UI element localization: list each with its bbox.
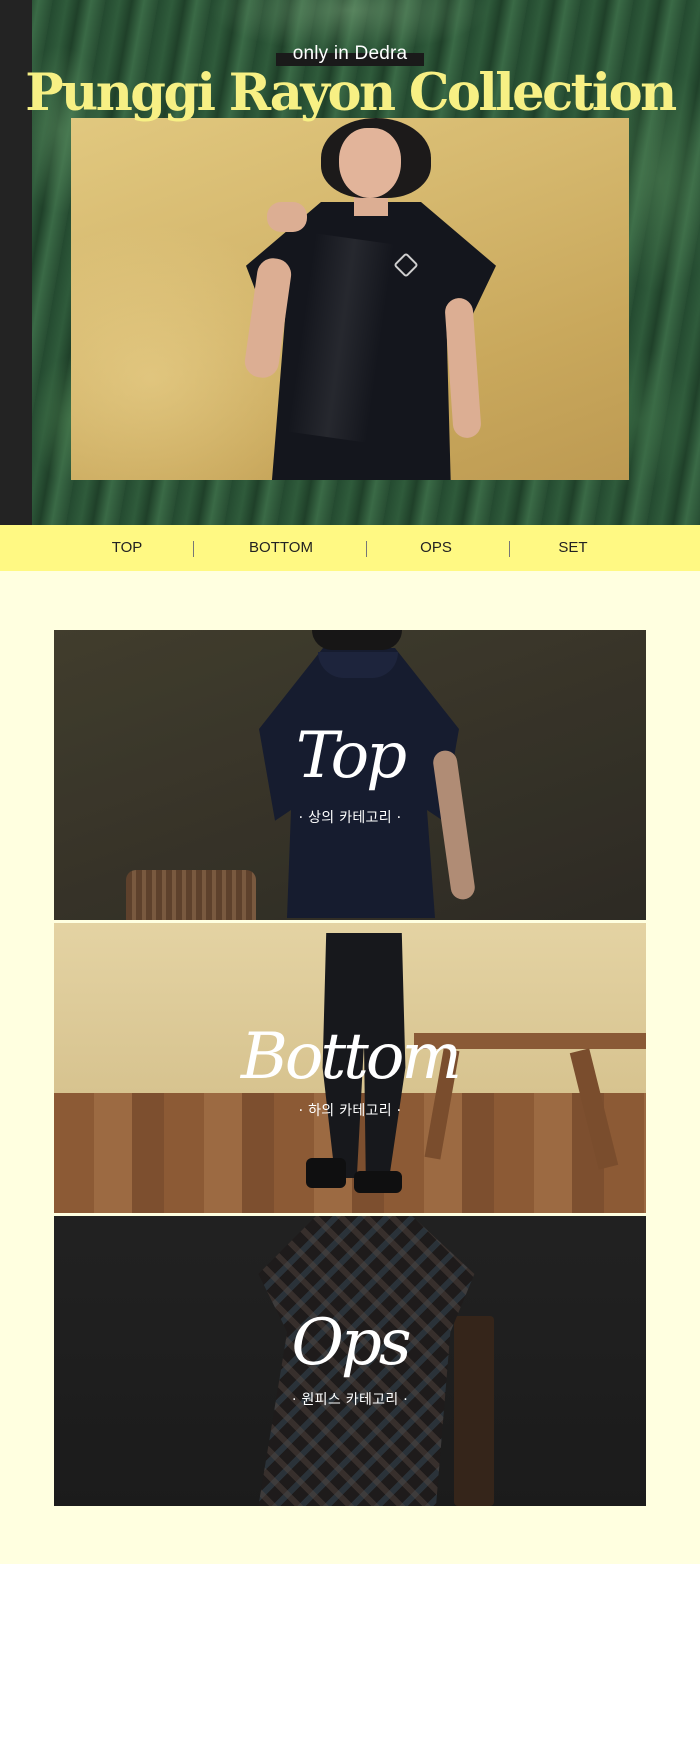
category-title-ops: Ops <box>291 1306 411 1380</box>
category-title-top: Top <box>295 719 407 793</box>
category-subtitle-bottom: · 하의 카테고리 · <box>298 1103 402 1119</box>
category-title-bottom: Bottom <box>240 1020 462 1094</box>
category-subtitle-ops: · 원피스 카테고리 · <box>291 1392 408 1408</box>
nav-divider <box>509 541 510 557</box>
hero-title: Punggi Rayon Collection <box>25 63 677 123</box>
hero-banner: only in Dedra Punggi Rayon Collection <box>0 0 700 525</box>
category-subtitle-top: · 상의 카테고리 · <box>298 810 402 826</box>
nav-divider <box>193 541 194 557</box>
nav-item-bottom[interactable]: BOTTOM <box>236 525 326 571</box>
nav-divider <box>366 541 367 557</box>
model-face <box>339 128 401 198</box>
nav-item-set[interactable]: SET <box>543 525 603 571</box>
hero-model-photo <box>71 118 629 480</box>
category-nav: TOP BOTTOM OPS SET <box>0 525 700 571</box>
nav-item-ops[interactable]: OPS <box>406 525 466 571</box>
nav-item-top[interactable]: TOP <box>97 525 157 571</box>
